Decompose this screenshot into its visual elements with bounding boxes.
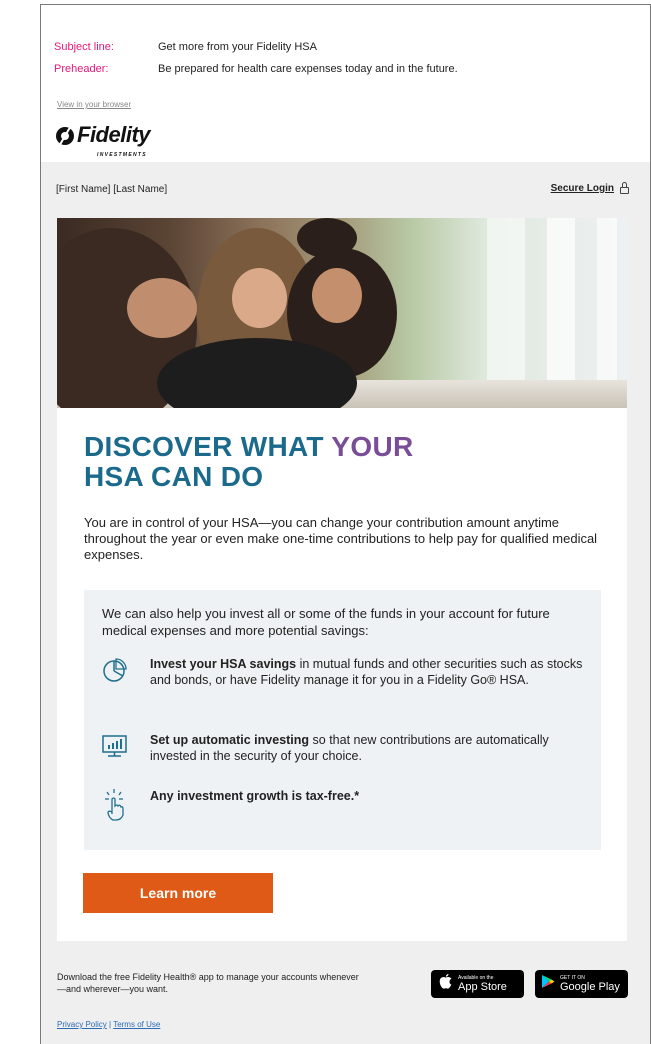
preheader-value: Be prepared for health care expenses tod… — [158, 63, 458, 75]
hero-image — [57, 218, 627, 408]
privacy-policy-link[interactable]: Privacy Policy — [57, 1020, 107, 1029]
subject-line-label: Subject line: — [54, 41, 114, 53]
app-store-badge[interactable]: Available on the App Store — [431, 970, 524, 998]
box-intro-text: We can also help you invest all or some … — [102, 606, 550, 638]
fidelity-logo[interactable]: Fidelity INVESTMENTS — [56, 124, 151, 159]
recipient-name: [First Name] [Last Name] — [56, 184, 168, 195]
hero-person-face — [127, 278, 197, 338]
hero-person-face — [312, 268, 362, 323]
terms-of-use-link[interactable]: Terms of Use — [113, 1020, 160, 1029]
headline-line1: DISCOVER WHAT YOUR — [84, 431, 414, 462]
lock-icon — [620, 182, 629, 194]
benefit-text-tax-free: Any investment growth is tax-free.* — [150, 789, 360, 803]
monitor-chart-icon — [102, 732, 128, 762]
view-in-browser-link[interactable]: View in your browser — [57, 100, 131, 109]
secure-login-label: Secure Login — [550, 183, 614, 194]
google-play-badge[interactable]: GET IT ON Google Play — [535, 970, 628, 998]
fidelity-logo-mark — [56, 127, 74, 145]
tap-hand-icon — [102, 788, 128, 821]
hero-person — [297, 218, 357, 258]
apple-icon — [439, 974, 452, 994]
headline: DISCOVER WHAT YOUR HSA CAN DO — [84, 432, 414, 492]
fidelity-logo-text: Fidelity INVESTMENTS — [77, 124, 151, 159]
app-promo-text: Download the free Fidelity Health® app t… — [57, 972, 359, 994]
secure-login-link[interactable]: Secure Login — [550, 182, 629, 194]
google-play-icon — [541, 974, 555, 994]
legal-links: Privacy Policy | Terms of Use — [57, 1020, 160, 1029]
headline-line2: HSA CAN DO — [84, 461, 264, 492]
benefit-text-automatic: Set up automatic investing so that new c… — [150, 733, 549, 763]
app-store-badge-text: Available on the App Store — [458, 975, 507, 993]
pie-chart-icon — [102, 656, 128, 686]
intro-paragraph: You are in control of your HSA—you can c… — [84, 515, 598, 562]
hero-person-face — [232, 268, 287, 328]
google-play-badge-text: GET IT ON Google Play — [560, 975, 620, 993]
preheader-label: Preheader: — [54, 63, 109, 75]
subject-line-value: Get more from your Fidelity HSA — [158, 41, 317, 53]
learn-more-button[interactable]: Learn more — [83, 873, 273, 913]
benefit-text-invest: Invest your HSA savings in mutual funds … — [150, 657, 583, 687]
